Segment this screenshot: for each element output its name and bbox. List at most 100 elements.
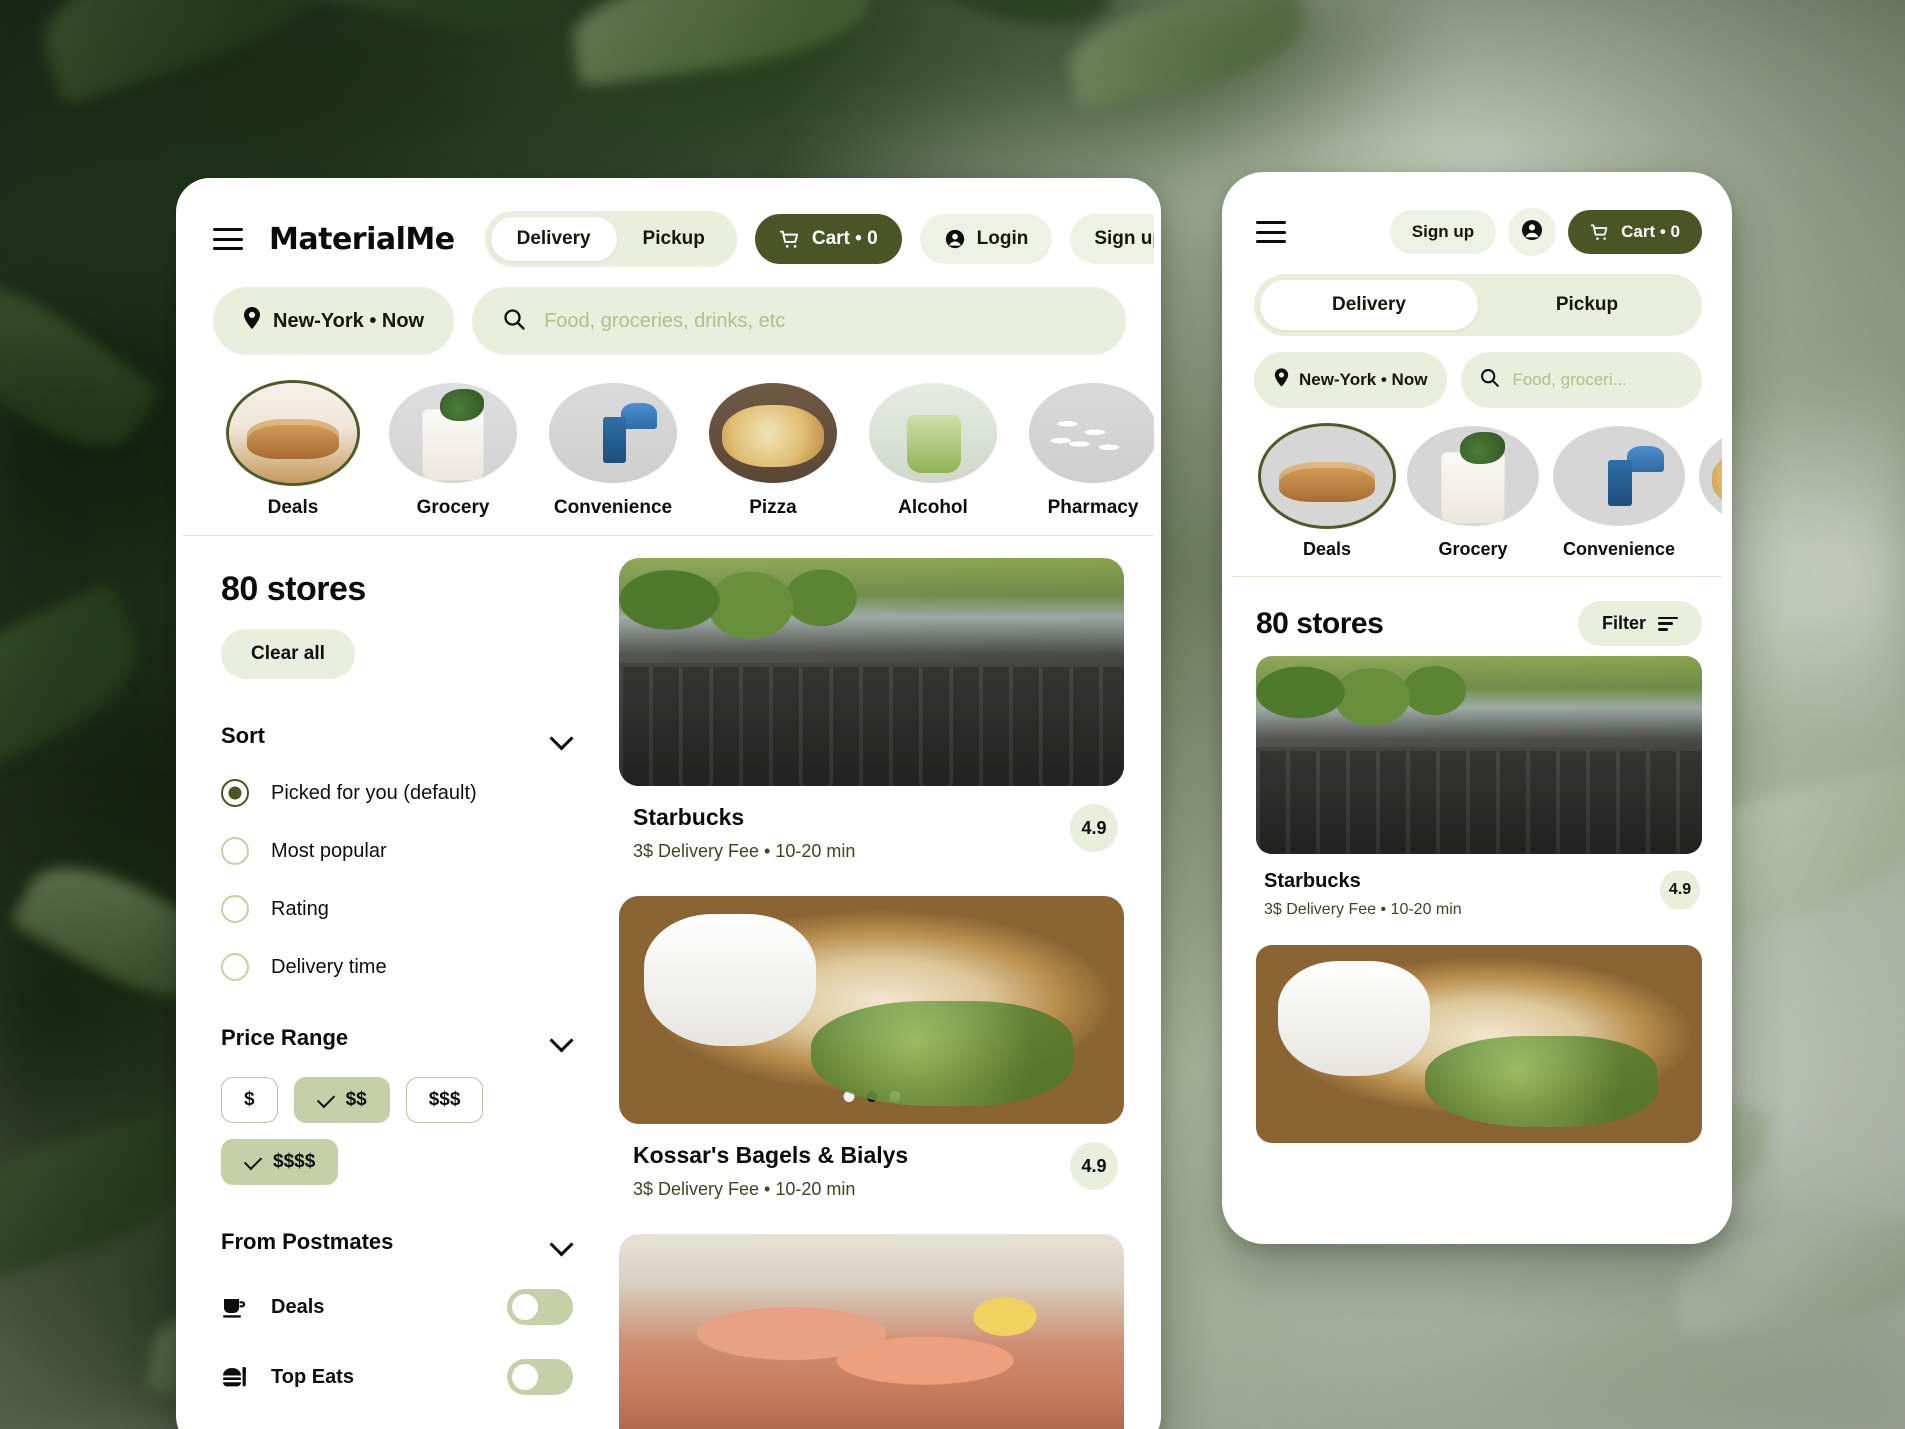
category-thumb-convenience xyxy=(1553,426,1685,526)
price-chip-2[interactable]: $$ xyxy=(293,1077,390,1123)
tab-pickup[interactable]: Pickup xyxy=(1478,280,1696,330)
search-input[interactable] xyxy=(544,309,1096,333)
desktop-header: MaterialMe Delivery Pickup Cart • 0 Logi… xyxy=(183,185,1154,277)
store-photo[interactable] xyxy=(619,896,1124,1124)
carousel-dot-active[interactable] xyxy=(866,1091,877,1102)
category-thumb-pharmacy xyxy=(1029,383,1154,483)
category-item-pizza-partial[interactable] xyxy=(1692,426,1722,560)
store-name: Starbucks xyxy=(633,804,745,830)
hamburger-menu-icon[interactable] xyxy=(1256,221,1286,243)
category-label: Grocery xyxy=(416,497,490,518)
carousel-dot-active[interactable] xyxy=(877,753,889,764)
mobile-list-header: 80 stores Filter xyxy=(1232,577,1722,656)
account-button[interactable] xyxy=(1508,208,1557,256)
login-label: Login xyxy=(976,228,1029,249)
carousel-dot[interactable] xyxy=(1444,826,1454,836)
carousel-dot-active[interactable] xyxy=(1484,826,1494,836)
category-item-convenience[interactable]: Convenience xyxy=(533,383,693,519)
price-range-section-header[interactable]: Price Range xyxy=(221,1025,573,1051)
tab-delivery[interactable]: Delivery xyxy=(1260,280,1478,330)
price-chip-1[interactable]: $ xyxy=(221,1077,278,1123)
toggle-deals[interactable] xyxy=(507,1289,573,1325)
category-thumb-grocery xyxy=(389,383,517,483)
carousel-dots[interactable] xyxy=(1444,826,1514,836)
radio-icon[interactable] xyxy=(221,953,249,981)
carousel-dot[interactable] xyxy=(831,753,843,764)
carousel-dot[interactable] xyxy=(1464,826,1474,836)
tab-delivery[interactable]: Delivery xyxy=(490,217,617,261)
store-card-partial[interactable] xyxy=(1232,945,1722,1143)
store-card-starbucks[interactable]: Starbucks 3$ Delivery Fee • 10-20 min 4.… xyxy=(619,558,1124,862)
filters-sidebar: 80 stores Clear all Sort Picked for you … xyxy=(183,536,603,1429)
carousel-dots[interactable] xyxy=(831,753,912,764)
login-button[interactable]: Login xyxy=(919,214,1053,264)
store-photo[interactable] xyxy=(1256,656,1702,854)
chevron-down-icon[interactable] xyxy=(553,1236,573,1248)
category-item-alcohol[interactable]: Alcohol xyxy=(853,383,1013,519)
price-chip-3[interactable]: $$$ xyxy=(405,1077,484,1123)
search-input[interactable] xyxy=(1512,370,1684,390)
search-bar[interactable] xyxy=(472,287,1126,355)
signup-button[interactable]: Sign up xyxy=(1070,214,1154,264)
toggle-label: Deals xyxy=(271,1295,325,1318)
stores-count: 80 stores xyxy=(221,570,366,608)
price-chip-4[interactable]: $$$$ xyxy=(221,1139,339,1185)
filter-button[interactable]: Filter xyxy=(1577,601,1702,646)
category-label: Deals xyxy=(267,497,319,518)
store-meta: Starbucks 3$ Delivery Fee • 10-20 min 4.… xyxy=(1256,854,1702,919)
hamburger-menu-icon[interactable] xyxy=(213,228,243,250)
store-card-kossars[interactable]: Kossar's Bagels & Bialys 3$ Delivery Fee… xyxy=(619,896,1124,1200)
from-postmates-section-header[interactable]: From Postmates xyxy=(221,1229,573,1255)
store-photo[interactable] xyxy=(1256,945,1702,1143)
delivery-pickup-segmented-control: Delivery Pickup xyxy=(484,211,737,267)
tab-pickup[interactable]: Pickup xyxy=(617,217,731,261)
store-card-starbucks[interactable]: Starbucks 3$ Delivery Fee • 10-20 min 4.… xyxy=(1232,656,1722,919)
category-item-deals[interactable]: Deals xyxy=(213,383,373,519)
cart-button[interactable]: Cart • 0 xyxy=(1568,210,1702,254)
category-item-deals[interactable]: Deals xyxy=(1254,426,1400,560)
store-photo[interactable] xyxy=(619,558,1124,786)
carousel-dot[interactable] xyxy=(1504,826,1514,836)
carousel-dot[interactable] xyxy=(854,753,866,764)
location-selector[interactable]: New-York • Now xyxy=(1254,352,1448,408)
carousel-dot[interactable] xyxy=(843,1091,854,1102)
signup-button[interactable]: Sign up xyxy=(1389,210,1497,254)
location-label: New-York • Now xyxy=(273,309,425,332)
store-card-partial[interactable] xyxy=(619,1234,1124,1429)
location-selector[interactable]: New-York • Now xyxy=(213,287,455,355)
category-label: Convenience xyxy=(553,497,673,518)
account-circle-icon xyxy=(1520,218,1544,247)
sort-option-picked-for-you[interactable]: Picked for you (default) xyxy=(221,779,573,807)
sort-option-rating[interactable]: Rating xyxy=(221,895,573,923)
price-range-options: $ $$ $$$ $$$$ xyxy=(221,1077,491,1185)
clear-all-button[interactable]: Clear all xyxy=(221,629,355,679)
sort-option-delivery-time[interactable]: Delivery time xyxy=(221,953,573,981)
toggle-top-eats[interactable] xyxy=(507,1359,573,1395)
toggle-label: Top Eats xyxy=(271,1365,354,1388)
category-carousel[interactable]: Deals Grocery Convenience Pizza Alcohol … xyxy=(183,377,1154,535)
category-thumb-deals xyxy=(1261,426,1393,526)
cart-button[interactable]: Cart • 0 xyxy=(754,214,902,264)
chevron-down-icon[interactable] xyxy=(553,1032,573,1044)
category-carousel[interactable]: Deals Grocery Convenience xyxy=(1232,408,1722,570)
category-item-grocery[interactable]: Grocery xyxy=(373,383,533,519)
radio-icon[interactable] xyxy=(221,895,249,923)
price-chip-label: $$ xyxy=(345,1089,367,1110)
search-bar[interactable] xyxy=(1461,352,1702,408)
category-item-pharmacy[interactable]: Pharmacy xyxy=(1013,383,1154,519)
chevron-down-icon[interactable] xyxy=(553,730,573,742)
category-item-pizza[interactable]: Pizza xyxy=(693,383,853,519)
store-photo[interactable] xyxy=(619,1234,1124,1429)
radio-icon[interactable] xyxy=(221,779,249,807)
sort-section-header[interactable]: Sort xyxy=(221,723,573,749)
sort-option-most-popular[interactable]: Most popular xyxy=(221,837,573,865)
carousel-dots[interactable] xyxy=(843,1091,900,1102)
category-item-grocery[interactable]: Grocery xyxy=(1400,426,1546,560)
carousel-dot[interactable] xyxy=(889,1091,900,1102)
signup-label: Sign up xyxy=(1094,228,1154,249)
store-meta: Kossar's Bagels & Bialys 3$ Delivery Fee… xyxy=(619,1124,1124,1200)
carousel-dot[interactable] xyxy=(900,753,912,764)
mobile-header: Sign up Cart • 0 xyxy=(1232,182,1722,268)
radio-icon[interactable] xyxy=(221,837,249,865)
category-item-convenience[interactable]: Convenience xyxy=(1546,426,1692,560)
